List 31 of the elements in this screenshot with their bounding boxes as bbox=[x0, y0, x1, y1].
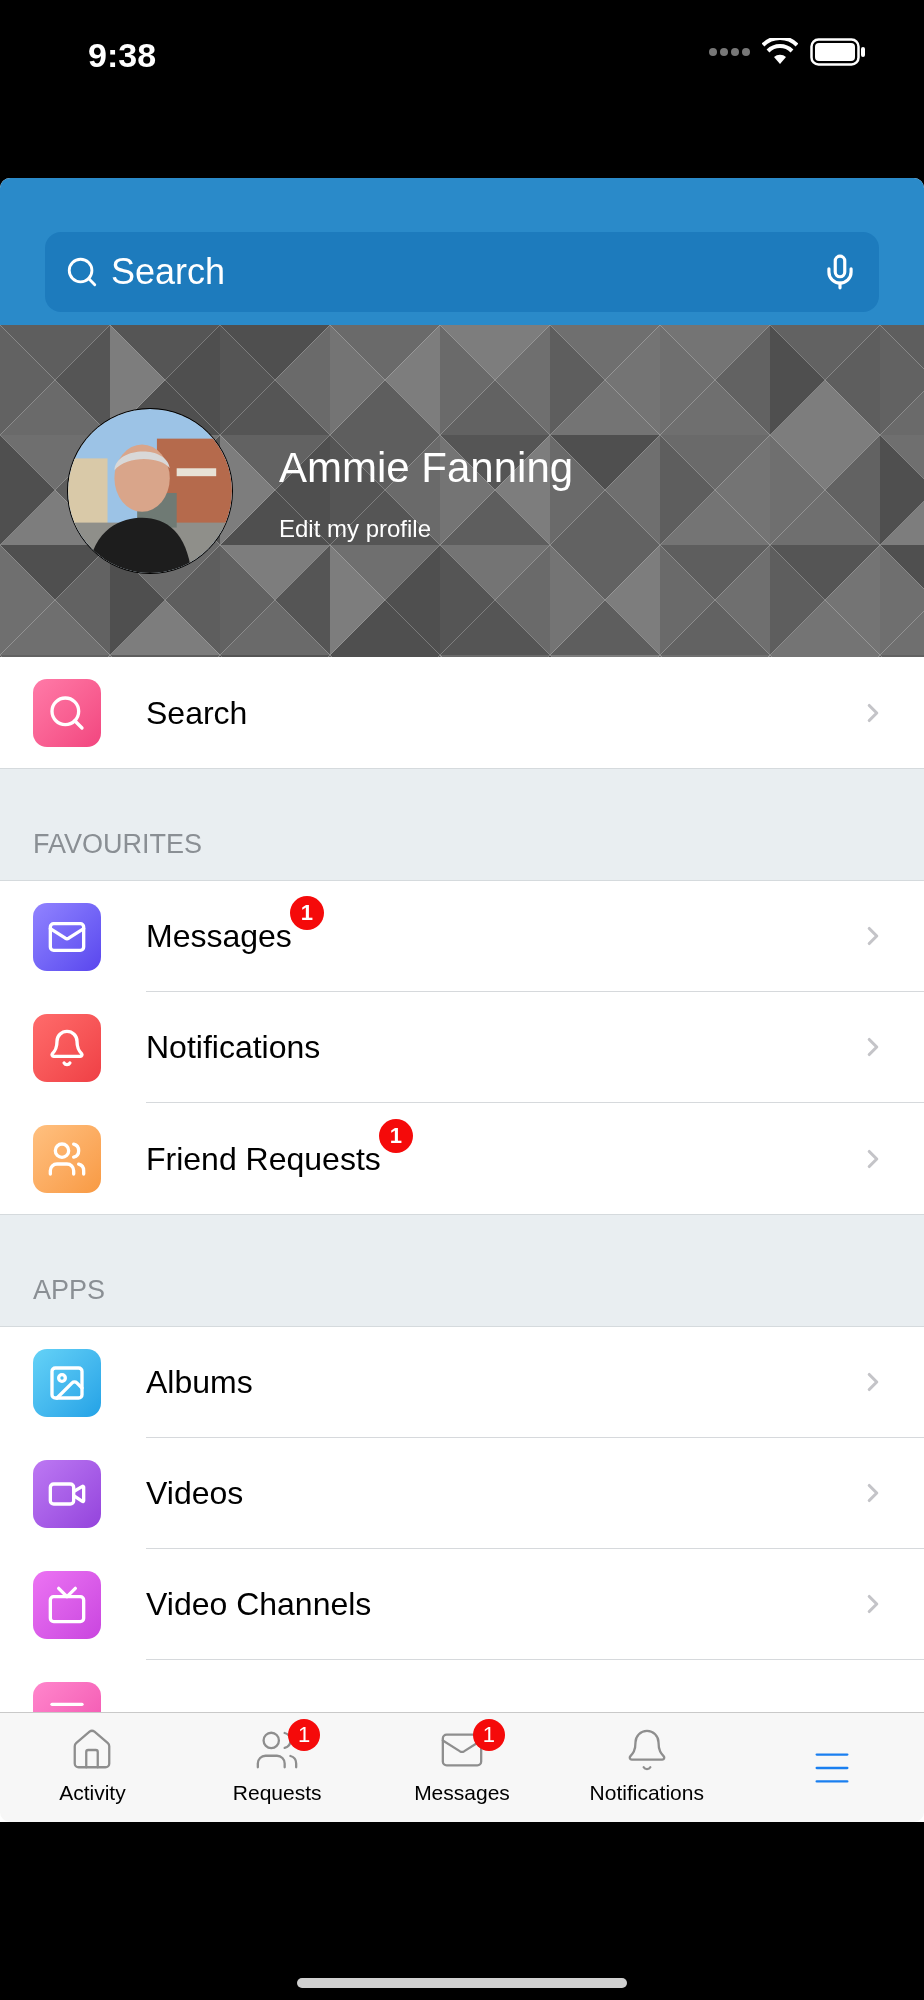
search-input[interactable]: Search bbox=[111, 245, 809, 299]
search-tile-icon bbox=[33, 678, 101, 747]
section-header: FAVOURITES bbox=[0, 768, 924, 881]
tv-tile-icon bbox=[33, 1570, 101, 1639]
tab[interactable]: Activity bbox=[0, 1713, 185, 1822]
bell-tile-icon bbox=[33, 1013, 101, 1082]
photo-tile-icon bbox=[33, 1348, 101, 1417]
section-header: APPS bbox=[0, 1214, 924, 1327]
profile-name: Ammie Fanning bbox=[279, 442, 574, 493]
envelope-tile-icon bbox=[33, 902, 101, 971]
menu-row-label: Notifications bbox=[146, 1028, 321, 1067]
count-badge: 1 bbox=[378, 1118, 413, 1153]
menu-row-label: Videos bbox=[146, 1474, 244, 1513]
status-time: 9:38 bbox=[88, 35, 157, 76]
search-icon bbox=[65, 255, 99, 289]
tab[interactable]: 1 Messages bbox=[369, 1713, 555, 1822]
menu-row-label: Albums bbox=[146, 1363, 253, 1402]
edit-profile-link[interactable]: Edit my profile bbox=[279, 510, 574, 547]
wifi-icon bbox=[762, 38, 798, 66]
menu-row-label: Search bbox=[146, 693, 248, 733]
tab[interactable]: 1 Requests bbox=[184, 1713, 370, 1822]
count-badge: 1 bbox=[288, 1718, 321, 1751]
battery-icon bbox=[810, 38, 866, 66]
search-bar[interactable]: Search bbox=[45, 232, 879, 312]
menu-row-label: Video Channels bbox=[146, 1585, 372, 1624]
tab[interactable]: Notifications bbox=[554, 1713, 740, 1822]
video-camera-tile-icon bbox=[33, 1459, 101, 1528]
count-badge: 1 bbox=[473, 1718, 505, 1751]
signal-icon bbox=[708, 47, 750, 57]
count-badge: 1 bbox=[289, 896, 324, 930]
people-tile-icon bbox=[33, 1124, 101, 1193]
